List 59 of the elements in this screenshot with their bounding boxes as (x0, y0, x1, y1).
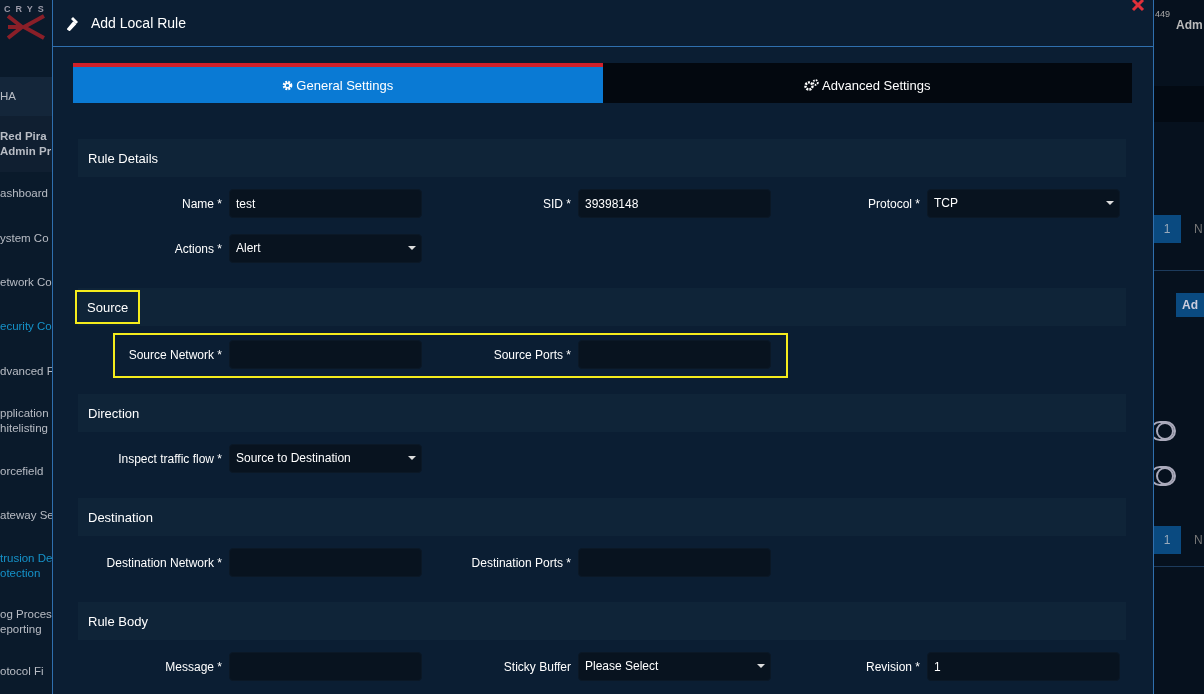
section-title: Destination (87, 509, 155, 525)
caret-icon (1106, 200, 1114, 205)
field-label: Revision * (864, 659, 920, 674)
field-label: Source Ports * (492, 347, 571, 362)
field-label: Inspect traffic flow * (117, 451, 222, 466)
field-label: Source Network * (127, 347, 222, 362)
toggle-icon[interactable] (1153, 466, 1176, 486)
logo-icon (4, 14, 48, 40)
caret-icon (408, 245, 416, 250)
sidebar-item[interactable]: Admin Pr (0, 143, 53, 159)
sidebar-item[interactable]: ashboard (0, 186, 53, 202)
input-field[interactable]: 1 (927, 652, 1120, 681)
sidebar-item[interactable]: otocol Fi (0, 664, 53, 680)
sidebar-item[interactable]: ystem Co (0, 230, 53, 246)
dropdown[interactable]: TCP (927, 189, 1120, 218)
section-title: Rule Details (87, 150, 160, 166)
close-icon[interactable] (1131, 0, 1145, 12)
field-label: SID * (542, 196, 571, 211)
section-title: Rule Body (87, 613, 149, 629)
notification-count: 449 (1155, 9, 1171, 19)
tab[interactable]: General Settings (73, 63, 603, 103)
sidebar-item[interactable]: Red Pira (0, 128, 53, 144)
caret-icon (408, 455, 416, 460)
field-label: Destination Network * (105, 555, 222, 570)
field-label: Protocol * (866, 196, 920, 211)
dropdown[interactable]: Please Select (578, 652, 771, 681)
toggle-icon[interactable] (1153, 421, 1176, 441)
field-label: Message * (164, 659, 222, 674)
tab[interactable]: Advanced Settings (602, 63, 1132, 103)
sidebar-item[interactable]: trusion De (0, 550, 53, 566)
field-label: Actions * (173, 241, 222, 256)
page-button[interactable]: 1 (1153, 215, 1181, 243)
add-button[interactable]: Ad (1176, 293, 1204, 317)
sidebar-item[interactable]: eporting (0, 621, 53, 637)
dropdown[interactable]: Source to Destination (229, 444, 422, 473)
dropdown[interactable]: Alert (229, 234, 422, 263)
section-title: Source (75, 290, 141, 324)
next-link[interactable]: N (1194, 222, 1203, 236)
input-field[interactable]: test (229, 189, 422, 218)
sidebar-item[interactable]: etwork Co (0, 275, 53, 290)
user-name[interactable]: Adm (1176, 18, 1203, 32)
logo-text: CRYS (4, 4, 50, 14)
sidebar-item[interactable]: hitelisting (0, 421, 53, 437)
sidebar-item[interactable]: og Proces (0, 606, 53, 622)
field-label: Destination Ports * (470, 555, 571, 570)
field-label: Sticky Buffer (502, 659, 571, 674)
sidebar-item[interactable]: otection (0, 565, 53, 581)
sidebar-item[interactable]: orcefield (0, 463, 53, 479)
modal-title: Add Local Rule (91, 15, 186, 31)
input-field[interactable]: 39398148 (578, 189, 771, 218)
gears-icon (804, 79, 820, 91)
gear-icon (282, 79, 294, 91)
field-label: Name * (181, 196, 222, 211)
next-link[interactable]: N (1194, 533, 1203, 547)
caret-icon (757, 663, 765, 668)
section-title: Direction (87, 405, 141, 421)
sidebar-item[interactable]: ecurity Co (0, 319, 53, 335)
page-button[interactable]: 1 (1153, 526, 1181, 554)
sidebar-item[interactable]: pplication (0, 406, 53, 422)
